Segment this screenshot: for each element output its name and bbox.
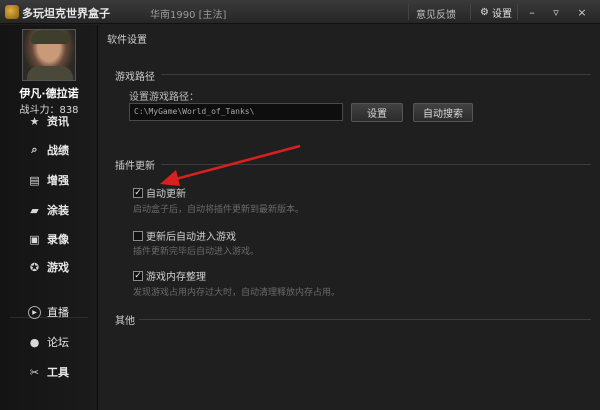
settings-panel: 软件设置 游戏路径 设置游戏路径： C:\MyGame\World_of_Tan… [99, 25, 600, 410]
option-label: 更新后自动进入游戏 [146, 232, 236, 243]
sidebar-item-news[interactable]: ★ 资讯 [28, 113, 69, 129]
page-title: 软件设置 [107, 35, 147, 46]
player-name: 伊凡·德拉诺 [19, 87, 79, 100]
checkbox-checked[interactable]: ✓ [133, 270, 143, 281]
chat-icon: ● [29, 335, 40, 349]
option-description: 发现游戏占用内存过大时，自动清理释放内存占用。 [133, 288, 341, 298]
sidebar-item-replay[interactable]: ▣ 录像 [28, 231, 69, 247]
auto-search-button[interactable]: 自动搜索 [413, 103, 473, 122]
sidebar-item-label: 论坛 [47, 336, 69, 349]
sidebar-item-label: 游戏 [47, 261, 69, 274]
sidebar-item-label: 录像 [47, 233, 69, 246]
title-bar: 多玩坦克世界盒子 华南1990 [主法] 意见反馈 ⚙ 设置 – ▿ × [0, 0, 600, 24]
app-logo-icon [5, 5, 19, 19]
sidebar: 伊凡·德拉诺 战斗力：838 ★ 资讯 ⌕ 战绩 ▤ 增强 ▰ 涂装 ▣ 录像 … [0, 25, 98, 410]
close-button[interactable]: × [572, 3, 592, 21]
sidebar-item-label: 直播 [47, 306, 69, 319]
sidebar-item-label: 增强 [47, 174, 69, 187]
checkbox-unchecked[interactable] [133, 230, 143, 241]
title-separator [517, 4, 518, 20]
option-auto-update[interactable]: ✓ 自动更新 [133, 185, 186, 200]
settings-button[interactable]: ⚙ 设置 [476, 3, 516, 21]
sidebar-item-enhance[interactable]: ▤ 增强 [28, 172, 69, 188]
option-description: 插件更新完毕后自动进入游戏。 [133, 247, 260, 257]
settings-label: 设置 [491, 8, 512, 20]
title-separator [470, 4, 471, 20]
option-auto-enter-game[interactable]: 更新后自动进入游戏 [133, 228, 236, 243]
sidebar-item-label: 战绩 [47, 144, 69, 157]
section-divider [139, 319, 591, 320]
section-divider [161, 74, 591, 75]
set-path-button[interactable]: 设置 [351, 103, 403, 122]
tools-icon: ✂ [29, 365, 40, 379]
feedback-link[interactable]: 意见反馈 [416, 6, 456, 21]
play-icon: ▶ [28, 305, 41, 319]
server-label[interactable]: 华南1990 [主法] [150, 6, 226, 21]
game-path-input[interactable]: C:\MyGame\World_of_Tanks\ [129, 103, 343, 121]
star-icon: ★ [29, 114, 40, 128]
sidebar-item-tools[interactable]: ✂ 工具 [28, 364, 69, 380]
sidebar-item-label: 工具 [47, 366, 69, 379]
sidebar-item-paint[interactable]: ▰ 涂装 [28, 202, 69, 218]
option-label: 游戏内存整理 [146, 272, 206, 283]
sidebar-item-forum[interactable]: ● 论坛 [28, 334, 69, 350]
path-field-label: 设置游戏路径： [129, 92, 199, 103]
section-divider [161, 164, 591, 165]
gear-icon: ⚙ [480, 6, 489, 18]
minimize-button[interactable]: – [522, 3, 542, 21]
film-icon: ▣ [29, 232, 40, 246]
section-heading-plugin-update: 插件更新 [115, 161, 155, 172]
menu-button[interactable]: ▿ [546, 3, 566, 21]
section-heading-game-path: 游戏路径 [115, 72, 155, 83]
option-description: 启动盒子后，自动将插件更新到最新版本。 [133, 205, 305, 215]
sidebar-item-live[interactable]: ▶ 直播 [28, 304, 69, 320]
option-memory-cleanup[interactable]: ✓ 游戏内存整理 [133, 268, 206, 283]
app-title: 多玩坦克世界盒子 [22, 7, 110, 20]
sidebar-item-game[interactable]: ✪ 游戏 [28, 259, 69, 275]
title-separator [408, 4, 409, 20]
sidebar-item-record[interactable]: ⌕ 战绩 [28, 142, 69, 158]
option-label: 自动更新 [146, 189, 186, 200]
paint-icon: ▰ [30, 203, 39, 217]
sidebar-item-label: 资讯 [47, 115, 69, 128]
avatar[interactable] [22, 29, 76, 81]
section-heading-other: 其他 [115, 316, 135, 327]
gamepad-icon: ✪ [29, 260, 40, 274]
toolbox-icon: ▤ [29, 173, 40, 187]
sidebar-item-label: 涂装 [47, 204, 69, 217]
magnifier-icon: ⌕ [31, 143, 38, 156]
checkbox-checked[interactable]: ✓ [133, 187, 143, 198]
